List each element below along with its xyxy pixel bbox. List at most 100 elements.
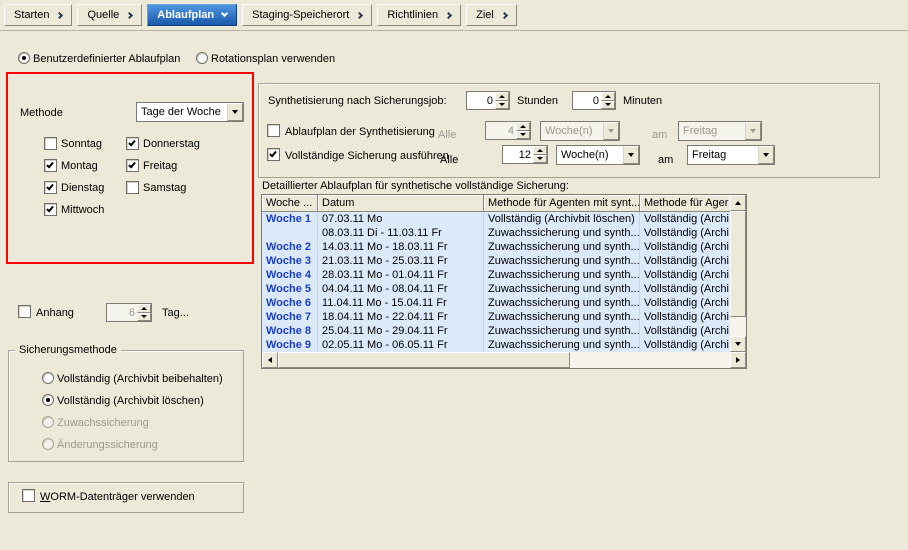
- cell-method-2: Vollständig (Archi: [640, 268, 730, 282]
- spinner-up-button[interactable]: [137, 304, 151, 313]
- cell-week: Woche 1: [262, 212, 318, 226]
- cell-method-2: Vollständig (Archi: [640, 282, 730, 296]
- anhang-days-spinner[interactable]: 6: [106, 303, 152, 322]
- spinner-down-button[interactable]: [516, 131, 530, 140]
- checkbox-anhang[interactable]: [18, 305, 31, 318]
- spinner-up-button[interactable]: [601, 92, 615, 101]
- radio-zuwachssicherung[interactable]: [42, 416, 54, 428]
- table-row[interactable]: Woche 9 02.05.11 Mo - 06.05.11 Fr Zuwach…: [262, 338, 730, 352]
- tab-ziel[interactable]: Ziel: [466, 4, 517, 26]
- vertical-scroll-thumb[interactable]: [730, 211, 746, 317]
- checkbox-sonntag-label: Sonntag: [61, 138, 102, 150]
- checkbox-full-backup[interactable]: [267, 148, 280, 161]
- cell-week: Woche 2: [262, 240, 318, 254]
- cell-method-agent: Zuwachssicherung und synth...: [484, 324, 640, 338]
- synth-hours-value: 0: [467, 92, 495, 109]
- cell-method-2: Vollständig (Archi: [640, 254, 730, 268]
- scroll-down-button[interactable]: [730, 336, 746, 352]
- table-row[interactable]: Woche 2 14.03.11 Mo - 18.03.11 Fr Zuwach…: [262, 240, 730, 254]
- spinner-down-button[interactable]: [601, 101, 615, 110]
- chevron-down-icon: [221, 10, 228, 17]
- checkbox-samstag[interactable]: [126, 181, 139, 194]
- radio-aenderungssicherung[interactable]: [42, 438, 54, 450]
- table-row[interactable]: 08.03.11 Di - 11.03.11 Fr Zuwachssicheru…: [262, 226, 730, 240]
- spinner-up-button[interactable]: [516, 122, 530, 131]
- full-backup-interval-spinner[interactable]: 12: [502, 145, 548, 164]
- full-backup-unit-dropdown[interactable]: Woche(n): [556, 145, 640, 165]
- table-row[interactable]: Woche 5 04.04.11 Mo - 08.04.11 Fr Zuwach…: [262, 282, 730, 296]
- synth-schedule-day-dropdown[interactable]: Freitag: [678, 121, 762, 141]
- checkbox-sonntag[interactable]: [44, 137, 57, 150]
- spinner-down-button[interactable]: [137, 313, 151, 322]
- radio-rotation-schedule[interactable]: [196, 52, 208, 64]
- table-vertical-scrollbar[interactable]: [730, 195, 746, 352]
- tab-ablaufplan[interactable]: Ablaufplan: [147, 4, 237, 26]
- synth-schedule-interval-value: 4: [486, 122, 516, 139]
- horizontal-scroll-track[interactable]: [570, 352, 730, 368]
- dropdown-arrow-icon[interactable]: [745, 122, 761, 140]
- tab-starten[interactable]: Starten: [4, 4, 72, 26]
- cell-week: Woche 8: [262, 324, 318, 338]
- spinner-up-button[interactable]: [495, 92, 509, 101]
- checkbox-dienstag[interactable]: [44, 181, 57, 194]
- synth-schedule-unit-dropdown[interactable]: Woche(n): [540, 121, 620, 141]
- cell-method-agent: Zuwachssicherung und synth...: [484, 338, 640, 352]
- tab-quelle[interactable]: Quelle: [77, 4, 142, 26]
- synth-schedule-interval-spinner[interactable]: 4: [485, 121, 531, 140]
- cell-date: 04.04.11 Mo - 08.04.11 Fr: [318, 282, 484, 296]
- checkbox-montag[interactable]: [44, 159, 57, 172]
- checkbox-mittwoch[interactable]: [44, 203, 57, 216]
- spinner-down-button[interactable]: [495, 101, 509, 110]
- checkbox-samstag-label: Samstag: [143, 182, 186, 194]
- check-icon: [128, 161, 136, 169]
- detail-schedule-table: Woche ... Datum Methode für Agenten mit …: [261, 194, 747, 369]
- checkbox-montag-label: Montag: [61, 160, 98, 172]
- table-row[interactable]: Woche 6 11.04.11 Mo - 15.04.11 Fr Zuwach…: [262, 296, 730, 310]
- checkbox-donnerstag[interactable]: [126, 137, 139, 150]
- table-horizontal-scrollbar[interactable]: [262, 352, 746, 368]
- spinner-buttons: [495, 92, 509, 109]
- tab-label: Quelle: [87, 9, 119, 21]
- radio-vollstaendig-beibehalten[interactable]: [42, 372, 54, 384]
- synth-hours-spinner[interactable]: 0: [466, 91, 510, 110]
- checkbox-freitag[interactable]: [126, 159, 139, 172]
- cell-date: 21.03.11 Mo - 25.03.11 Fr: [318, 254, 484, 268]
- checkbox-synth-schedule[interactable]: [267, 124, 280, 137]
- table-row[interactable]: Woche 8 25.04.11 Mo - 29.04.11 Fr Zuwach…: [262, 324, 730, 338]
- full-backup-day-dropdown[interactable]: Freitag: [687, 145, 775, 165]
- spinner-down-button[interactable]: [533, 155, 547, 164]
- dropdown-arrow-icon[interactable]: [758, 146, 774, 164]
- chevron-right-icon: [445, 11, 452, 18]
- synth-schedule-alle-label: Alle: [438, 129, 456, 141]
- dropdown-arrow-icon[interactable]: [227, 103, 243, 121]
- full-backup-alle-label: Alle: [440, 154, 458, 166]
- tab-richtlinien[interactable]: Richtlinien: [377, 4, 461, 26]
- table-row[interactable]: Woche 3 21.03.11 Mo - 25.03.11 Fr Zuwach…: [262, 254, 730, 268]
- column-header-woche[interactable]: Woche ...: [262, 195, 318, 212]
- tab-staging-speicherort[interactable]: Staging-Speicherort: [242, 4, 372, 26]
- full-backup-am-label: am: [658, 154, 673, 166]
- column-header-datum[interactable]: Datum: [318, 195, 484, 212]
- scroll-right-button[interactable]: [730, 352, 746, 368]
- synth-minutes-spinner[interactable]: 0: [572, 91, 616, 110]
- radio-custom-schedule[interactable]: [18, 52, 30, 64]
- horizontal-scroll-thumb[interactable]: [278, 352, 570, 368]
- column-header-methode-2[interactable]: Methode für Ager: [640, 195, 730, 212]
- radio-rotation-schedule-label: Rotationsplan verwenden: [211, 53, 335, 65]
- checkbox-worm[interactable]: [22, 489, 35, 502]
- dropdown-arrow-icon[interactable]: [623, 146, 639, 164]
- methode-dropdown[interactable]: Tage der Woche: [136, 102, 244, 122]
- cell-week: Woche 5: [262, 282, 318, 296]
- spinner-up-button[interactable]: [533, 146, 547, 155]
- scroll-left-button[interactable]: [262, 352, 278, 368]
- dropdown-arrow-icon[interactable]: [603, 122, 619, 140]
- cell-date: 18.04.11 Mo - 22.04.11 Fr: [318, 310, 484, 324]
- scroll-up-button[interactable]: [730, 195, 746, 211]
- cell-method-2: Vollständig (Archi: [640, 338, 730, 352]
- table-row[interactable]: Woche 1 07.03.11 Mo Vollständig (Archivb…: [262, 212, 730, 226]
- table-row[interactable]: Woche 7 18.04.11 Mo - 22.04.11 Fr Zuwach…: [262, 310, 730, 324]
- vertical-scroll-track[interactable]: [730, 211, 746, 336]
- radio-vollstaendig-loeschen[interactable]: [42, 394, 54, 406]
- table-row[interactable]: Woche 4 28.03.11 Mo - 01.04.11 Fr Zuwach…: [262, 268, 730, 282]
- column-header-methode-agent[interactable]: Methode für Agenten mit synt...: [484, 195, 640, 212]
